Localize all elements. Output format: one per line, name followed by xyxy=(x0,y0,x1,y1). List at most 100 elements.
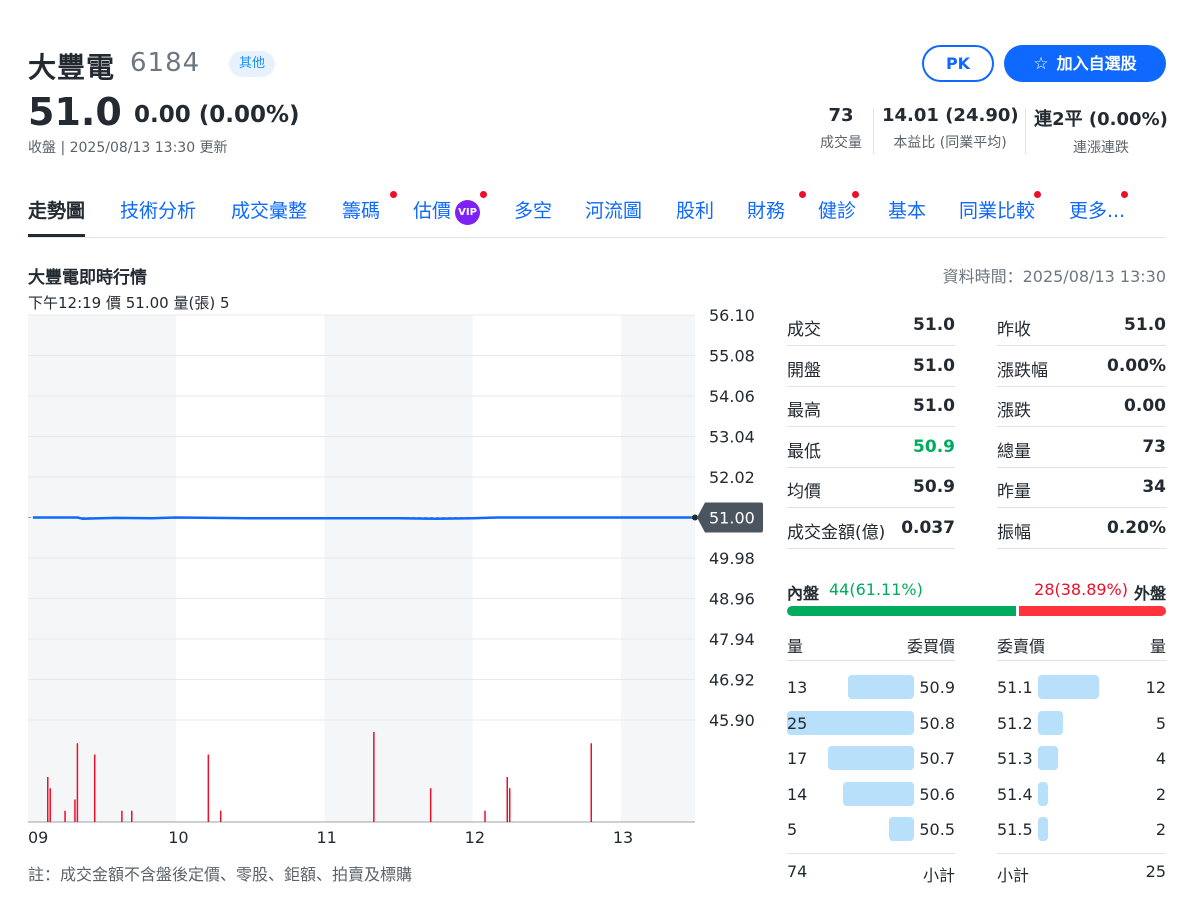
x-tick-label: 11 xyxy=(316,828,336,847)
ask-volume: 12 xyxy=(1145,678,1166,697)
quote-value: 51.0 xyxy=(913,315,955,335)
bid-subtotal-label: 小計 xyxy=(922,866,955,885)
quote-label: 總量 xyxy=(997,441,1031,462)
quote-row: 最高 51.0 xyxy=(787,387,955,427)
quote-value: 50.9 xyxy=(913,477,955,497)
quote-value: 34 xyxy=(1142,477,1166,497)
quote-row: 均價 50.9 xyxy=(787,468,955,508)
bid-row[interactable]: 17 50.7 xyxy=(787,743,955,779)
quote-row: 昨量 34 xyxy=(997,468,1166,508)
inner-ratio-bar xyxy=(787,606,1016,616)
stat-value: 14.01 (24.90) xyxy=(882,105,1019,126)
hour-band xyxy=(28,315,177,822)
ask-volume: 2 xyxy=(1155,820,1166,839)
quote-label: 開盤 xyxy=(787,360,821,381)
bid-volume: 25 xyxy=(787,713,808,733)
outer-ratio-bar xyxy=(1019,606,1166,616)
bid-row[interactable]: 14 50.6 xyxy=(787,779,955,815)
add-watchlist-button[interactable]: ☆ 加入自選股 xyxy=(1004,45,1166,82)
quote-label: 最高 xyxy=(787,401,821,421)
tab-more[interactable]: 更多... xyxy=(1069,191,1128,237)
hour-band xyxy=(176,315,325,822)
notification-dot xyxy=(852,191,859,198)
bid-row[interactable]: 5 50.5 xyxy=(787,814,955,850)
quote-row: 最低 50.9 xyxy=(787,428,955,468)
stat-volume: 73 成交量 xyxy=(812,105,870,152)
stat-label: 本益比 (同業平均) xyxy=(893,135,1007,151)
quote-row: 昨收 51.0 xyxy=(997,306,1166,346)
star-icon: ☆ xyxy=(1033,54,1049,74)
hour-band xyxy=(620,315,695,822)
tab-label: 更多... xyxy=(1069,200,1126,222)
bid-header: 量 委買價 xyxy=(787,633,955,661)
ask-volume-bar xyxy=(1038,746,1059,770)
x-tick-label: 13 xyxy=(613,828,633,847)
ask-volume: 2 xyxy=(1155,784,1166,804)
inner-outer-summary: 內盤 44(61.11%) 28(38.89%) 外盤 xyxy=(787,580,1166,603)
ask-header: 委賣價 量 xyxy=(997,633,1166,661)
data-timestamp: 資料時間：2025/08/13 13:30 xyxy=(942,267,1166,286)
quote-label: 漲跌 xyxy=(997,401,1031,421)
ask-row[interactable]: 51.5 2 xyxy=(997,814,1166,850)
bid-row[interactable]: 25 50.8 xyxy=(787,708,955,744)
quote-label: 昨量 xyxy=(997,482,1031,502)
ask-price: 51.1 xyxy=(997,678,1033,697)
bid-price-header: 委買價 xyxy=(906,637,955,656)
bid-volume: 13 xyxy=(787,678,808,697)
pk-button[interactable]: PK xyxy=(922,45,994,82)
bid-price: 50.6 xyxy=(919,784,955,804)
outer-label: 外盤 xyxy=(1133,584,1166,603)
ask-row[interactable]: 51.4 2 xyxy=(997,779,1166,815)
y-tick-label: 46.92 xyxy=(709,671,755,690)
stat-streak: 連2平 (0.00%) 連漲連跌 xyxy=(1034,105,1168,157)
intraday-price-chart[interactable]: 56.10 55.08 54.06 53.04 52.02 51.00 49.98 48.96… xyxy=(0,0,780,909)
y-tick-label: 45.90 xyxy=(709,711,755,730)
quote-value: 73 xyxy=(1142,436,1166,457)
stat-pe-ratio: 14.01 (24.90) 本益比 (同業平均) xyxy=(882,105,1019,152)
bid-row[interactable]: 13 50.9 xyxy=(787,672,955,708)
y-tick-label: 53.04 xyxy=(709,428,755,447)
inner-value: 44(61.11%) xyxy=(829,580,923,599)
tab-health-check[interactable]: 健診 xyxy=(818,191,859,237)
notification-dot xyxy=(1034,191,1041,198)
bid-volume: 5 xyxy=(787,820,798,839)
bid-price: 50.8 xyxy=(919,713,955,733)
ask-row[interactable]: 51.2 5 xyxy=(997,708,1166,744)
x-tick-label: 10 xyxy=(168,828,188,847)
y-tick-label: 49.98 xyxy=(709,549,755,568)
current-price-tag-label: 51.00 xyxy=(709,509,755,528)
notification-dot xyxy=(1121,191,1128,198)
ask-volume: 5 xyxy=(1155,713,1166,733)
stat-label: 成交量 xyxy=(820,135,862,151)
quote-value: 0.037 xyxy=(901,517,955,538)
ask-subtotal: 小計 25 xyxy=(997,853,1166,887)
quote-row: 漲跌幅 0.00% xyxy=(997,347,1166,387)
quote-row: 成交 51.0 xyxy=(787,306,955,346)
outer-value: 28(38.89%) xyxy=(1034,580,1128,599)
tab-basic[interactable]: 基本 xyxy=(888,196,926,237)
ask-row[interactable]: 51.3 4 xyxy=(997,743,1166,779)
quote-label: 成交金額(億) xyxy=(787,522,886,543)
stat-divider xyxy=(873,108,874,154)
quote-label: 成交 xyxy=(787,320,821,340)
add-watchlist-label: 加入自選股 xyxy=(1056,54,1137,73)
stat-value: 連2平 (0.00%) xyxy=(1034,109,1168,130)
current-price-tag: 51.00 xyxy=(697,502,763,533)
quote-row: 成交金額(億) 0.037 xyxy=(787,509,955,549)
stat-divider xyxy=(1025,108,1026,154)
stat-label: 連漲連跌 xyxy=(1073,140,1129,156)
quote-value: 51.0 xyxy=(1124,315,1166,335)
ask-price-header: 委賣價 xyxy=(997,637,1046,656)
quote-label: 漲跌幅 xyxy=(997,360,1048,381)
bid-price: 50.9 xyxy=(919,678,955,697)
quote-value: 0.00 xyxy=(1124,396,1166,416)
tab-label: 同業比較 xyxy=(959,200,1036,222)
bid-volume-bar xyxy=(827,746,914,770)
tab-peer-comparison[interactable]: 同業比較 xyxy=(959,191,1041,237)
notification-dot xyxy=(799,191,806,198)
hour-band xyxy=(324,315,473,822)
quote-row: 總量 73 xyxy=(997,428,1166,468)
ask-row[interactable]: 51.1 12 xyxy=(997,672,1166,708)
bid-volume: 17 xyxy=(787,749,808,768)
tab-label: 基本 xyxy=(888,200,927,222)
